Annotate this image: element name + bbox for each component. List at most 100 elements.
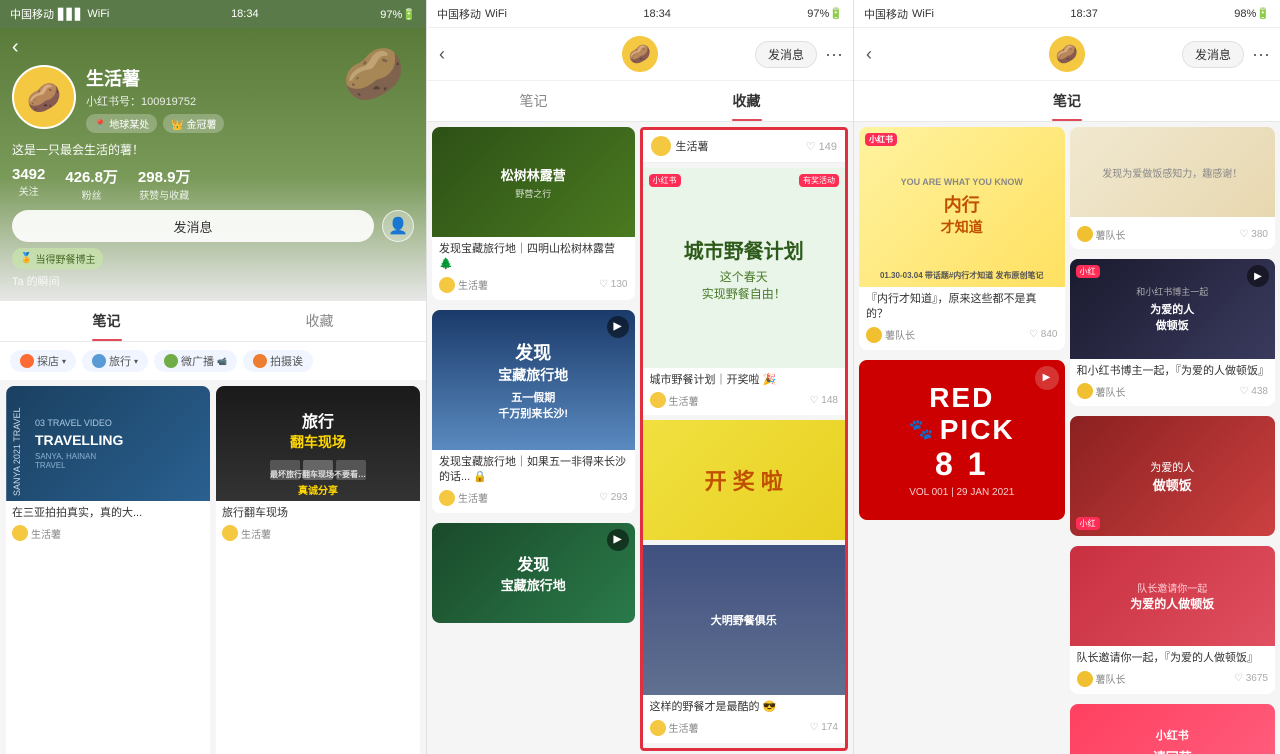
camp-avatar bbox=[439, 277, 455, 293]
message-button[interactable]: 发消息 bbox=[12, 210, 374, 242]
filter-explore[interactable]: 探店 ▾ bbox=[10, 350, 76, 372]
card-blogger2[interactable]: 为爱的人 做顿饭 小红 bbox=[1070, 416, 1276, 536]
blogger2-text: 为爱的人 做顿饭 bbox=[1150, 459, 1194, 494]
time-2: 18:34 bbox=[643, 8, 671, 20]
card-picnic[interactable]: 小红书 有奖活动 城市野餐计划 这个春天 实现野餐自由！ 城市野餐计划｜开奖啦 … bbox=[643, 168, 846, 415]
stat-likes-label: 获赞与收藏 bbox=[138, 187, 191, 202]
send-message-button-2[interactable]: 发消息 bbox=[755, 41, 817, 68]
changsha-text: 发现 宝藏旅行地 五一假期千万别来长沙! bbox=[498, 339, 568, 421]
carrier-3: 中国移动 bbox=[864, 6, 908, 22]
card-top-note[interactable]: 发现为爱做饭感知力，趣感谢！ 薯队长 ♡ 380 bbox=[1070, 127, 1276, 249]
blogger1-author: 薯队长 bbox=[1077, 383, 1126, 399]
badge-section: 🏅 当得野餐博主 bbox=[12, 248, 414, 269]
card-neihang[interactable]: 小红书 YOU ARE WHAT YOU KNOW 内行 才知道 01.30-0… bbox=[859, 127, 1065, 350]
roadtrip-card-title: 旅行翻车现场 bbox=[222, 506, 414, 521]
camera-icon: 📹 bbox=[217, 357, 227, 366]
nav-avatar-3[interactable]: 🥔 bbox=[1049, 36, 1085, 72]
picnic-author: 生活薯 bbox=[650, 392, 699, 408]
roadtrip-card-img: 旅行 翻车现场 最坏旅行翻车现场不要看… 真诚分享 bbox=[216, 386, 420, 501]
cta-brand: 小红书 bbox=[1156, 727, 1189, 743]
filter-explore-icon bbox=[20, 354, 34, 368]
picnic-author-name: 生活薯 bbox=[669, 393, 699, 408]
activity-badge-1: 有奖活动 bbox=[799, 174, 839, 187]
filter-photo[interactable]: 拍摄诶 bbox=[243, 350, 313, 372]
battery-1: 97%🔋 bbox=[380, 8, 416, 21]
filter-broadcast[interactable]: 微广播 📹 bbox=[154, 350, 237, 372]
tab-favorites-2[interactable]: 收藏 bbox=[640, 81, 853, 121]
invite-likes: ♡ 3675 bbox=[1234, 673, 1268, 684]
card-outdoor[interactable]: 大明野餐俱乐 这样的野餐才是最酷的 😎 生活薯 ♡ 174 bbox=[643, 545, 846, 742]
top-note-img-text: 发现为爱做饭感知力，趣感谢！ bbox=[1102, 165, 1242, 180]
card-roadtrip[interactable]: 旅行 翻车现场 最坏旅行翻车现场不要看… 真诚分享 旅行翻车现场 bbox=[216, 386, 420, 754]
more-button-3[interactable]: ··· bbox=[1252, 44, 1270, 65]
card-blogger1[interactable]: 和小红书博主一起 为爱的人做顿饭 ▶ 小红 和小红书博主一起，『为爱的人做顿饭』… bbox=[1070, 259, 1276, 406]
stat-likes[interactable]: 298.9万 获赞与收藏 bbox=[138, 166, 191, 202]
redpick-text-pick: PICK bbox=[940, 414, 1015, 446]
stat-following[interactable]: 3492 关注 bbox=[12, 166, 45, 202]
camp-author-name: 生活薯 bbox=[458, 277, 488, 292]
status-left-2: 中国移动 WiFi bbox=[437, 6, 507, 22]
picnic-title: 城市野餐计划｜开奖啦 🎉 bbox=[650, 373, 839, 388]
stat-following-num: 3492 bbox=[12, 166, 45, 183]
neihang-subtitle: 才知道 bbox=[901, 217, 1023, 237]
card-redpick[interactable]: RED 🐾 PICK 8 1 VOL 001 | 29 JAN 2021 ▶ bbox=[859, 360, 1065, 520]
panel-shuduizhang: 中国移动 WiFi 18:37 98%🔋 ‹ 🥔 发消息 ··· 笔记 小红书 bbox=[854, 0, 1280, 754]
tabs-bar-1: 笔记 收藏 bbox=[0, 301, 426, 342]
tab-notes-3[interactable]: 笔记 bbox=[854, 81, 1280, 121]
filter-photo-icon bbox=[253, 354, 267, 368]
sanya-author-name: 生活薯 bbox=[31, 526, 61, 541]
xiaohongshu-badge-4: 小红 bbox=[1076, 517, 1100, 530]
picnic-sub1: 这个春天 bbox=[684, 268, 804, 285]
stat-following-label: 关注 bbox=[12, 183, 45, 198]
sanya-label: 03 TRAVEL VIDEO bbox=[35, 418, 202, 428]
stat-fans-label: 粉丝 bbox=[65, 187, 118, 202]
tab-notes-1[interactable]: 笔记 bbox=[0, 301, 213, 341]
tab-favorites-1[interactable]: 收藏 bbox=[213, 301, 426, 341]
outdoor-author: 生活薯 bbox=[650, 720, 699, 736]
camp-title: 发现宝藏旅行地｜四明山松树林露营 🌲 bbox=[439, 242, 628, 273]
blogger1-main: 为爱的人做顿饭 bbox=[1136, 301, 1208, 333]
roadtrip-card-info: 旅行翻车现场 生活薯 bbox=[216, 501, 420, 547]
card-kaijianla[interactable]: 开 奖 啦 bbox=[643, 420, 846, 540]
card-discover[interactable]: 发现 宝藏旅行地 ▶ bbox=[432, 523, 635, 623]
filter-travel[interactable]: 旅行 ▾ bbox=[82, 350, 148, 372]
back-button-3[interactable]: ‹ bbox=[866, 44, 872, 65]
back-button-2[interactable]: ‹ bbox=[439, 44, 445, 65]
invite-avatar bbox=[1077, 671, 1093, 687]
roadtrip-card-footer: 生活薯 bbox=[222, 525, 414, 541]
profile-id: 小红书号：100919752 bbox=[86, 93, 414, 109]
filter-explore-label: 探店 bbox=[37, 353, 59, 369]
xiaohongshu-badge-1: 小红书 bbox=[649, 174, 681, 187]
follow-button[interactable]: 👤 bbox=[382, 210, 414, 242]
kaijianla-img: 开 奖 啦 bbox=[643, 420, 846, 540]
time-3: 18:37 bbox=[1070, 8, 1098, 20]
notes-grid-3: 小红书 YOU ARE WHAT YOU KNOW 内行 才知道 01.30-0… bbox=[854, 122, 1280, 754]
more-button-2[interactable]: ··· bbox=[825, 44, 843, 65]
send-message-button-3[interactable]: 发消息 bbox=[1182, 41, 1244, 68]
redpick-number: 8 1 bbox=[935, 446, 988, 483]
neihang-img: 小红书 YOU ARE WHAT YOU KNOW 内行 才知道 01.30-0… bbox=[859, 127, 1065, 287]
right-col-3: 发现为爱做饭感知力，趣感谢！ 薯队长 ♡ 380 和小红书博 bbox=[1070, 127, 1276, 754]
wifi-icon-2: WiFi bbox=[485, 8, 507, 20]
status-right-2: 97%🔋 bbox=[807, 7, 843, 20]
notes-grid-2: 松树林露营 野营之行 发现宝藏旅行地｜四明山松树林露营 🌲 生活薯 ♡ 130 bbox=[427, 122, 853, 754]
card-sanya[interactable]: SANYA 2021 TRAVEL 03 TRAVEL VIDEO TRAVEL… bbox=[6, 386, 210, 754]
camp-img: 松树林露营 野营之行 bbox=[432, 127, 635, 237]
card-invite[interactable]: 队长邀请你一起 为爱的人做顿饭 队长邀请你一起，『为爱的人做顿饭』 薯队长 ♡ … bbox=[1070, 546, 1276, 693]
tab-notes-2[interactable]: 笔记 bbox=[427, 81, 640, 121]
neihang-en: YOU ARE WHAT YOU KNOW bbox=[901, 177, 1023, 187]
highlight-author-name: 生活薯 bbox=[676, 138, 709, 154]
card-xiaohongshu-cta[interactable]: 小红书 请回营 潮流生活 潮整开始 bbox=[1070, 704, 1276, 754]
card-treasure[interactable]: 发现 宝藏旅行地 五一假期千万别来长沙! ▶ 发现宝藏旅行地｜如果五一非得来长沙… bbox=[432, 310, 635, 513]
card-camp[interactable]: 松树林露营 野营之行 发现宝藏旅行地｜四明山松树林露营 🌲 生活薯 ♡ 130 bbox=[432, 127, 635, 300]
neihang-bottom-text: 01.30-03.04 带话题#内行才知道 发布原创笔记 bbox=[863, 270, 1061, 281]
profile-bio: 这是一只最会生活的薯！ bbox=[12, 141, 414, 158]
nav-avatar-2[interactable]: 🥔 bbox=[622, 36, 658, 72]
sanya-title: TRAVELLING bbox=[35, 432, 202, 448]
stat-fans-num: 426.8万 bbox=[65, 166, 118, 187]
sanya-author-avatar bbox=[12, 525, 28, 541]
badge-item: 🏅 当得野餐博主 bbox=[12, 248, 103, 269]
stat-fans[interactable]: 426.8万 粉丝 bbox=[65, 166, 118, 202]
invite-author-name: 薯队长 bbox=[1096, 671, 1126, 686]
blogger1-author-name: 薯队长 bbox=[1096, 384, 1126, 399]
